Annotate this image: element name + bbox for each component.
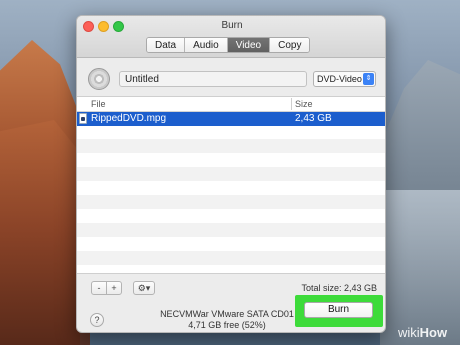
burn-window: Burn Data Audio Video Copy Untitled DVD-… xyxy=(76,15,386,333)
remove-file-button[interactable]: - xyxy=(91,281,107,295)
disc-icon xyxy=(88,68,110,90)
window-title: Burn xyxy=(221,20,243,31)
total-size: Total size: 2,43 GB xyxy=(301,283,377,293)
device-name: NECVMWar VMware SATA CD01 xyxy=(160,309,294,319)
title-bar: Burn Data Audio Video Copy xyxy=(77,16,385,58)
chevron-updown-icon: ⇕ xyxy=(363,73,374,85)
tab-video[interactable]: Video xyxy=(227,38,271,52)
table-header: File Size xyxy=(77,97,385,112)
video-file-icon xyxy=(79,113,87,124)
watermark-how: How xyxy=(419,325,448,340)
device-free-space: 4,71 GB free (52%) xyxy=(188,320,266,330)
disc-name-field[interactable]: Untitled xyxy=(119,71,307,87)
column-divider xyxy=(291,98,292,110)
device-info: NECVMWar VMware SATA CD01 4,71 GB free (… xyxy=(157,309,297,331)
tab-copy[interactable]: Copy xyxy=(270,38,310,52)
add-file-button[interactable]: + xyxy=(106,281,122,295)
format-select[interactable]: DVD-Video ⇕ xyxy=(313,71,376,87)
help-button[interactable]: ? xyxy=(90,313,104,327)
file-size: 2,43 GB xyxy=(295,113,332,124)
watermark-wiki: wiki xyxy=(398,325,420,340)
wallpaper-fog xyxy=(380,190,460,345)
column-header-file[interactable]: File xyxy=(91,99,106,109)
gear-menu-button[interactable]: ⚙▾ xyxy=(133,281,155,295)
tab-data[interactable]: Data xyxy=(147,38,186,52)
file-name: RippedDVD.mpg xyxy=(91,113,167,124)
file-table: File Size RippedDVD.mpg 2,43 GB xyxy=(77,96,385,274)
format-select-value: DVD-Video xyxy=(317,74,362,84)
mode-tabs: Data Audio Video Copy xyxy=(146,37,311,53)
column-header-size[interactable]: Size xyxy=(295,99,313,109)
wikihow-watermark: wikiHow xyxy=(398,325,447,340)
tab-audio[interactable]: Audio xyxy=(185,38,228,52)
burn-button[interactable]: Burn xyxy=(304,302,373,318)
table-row[interactable]: RippedDVD.mpg 2,43 GB xyxy=(77,112,385,126)
